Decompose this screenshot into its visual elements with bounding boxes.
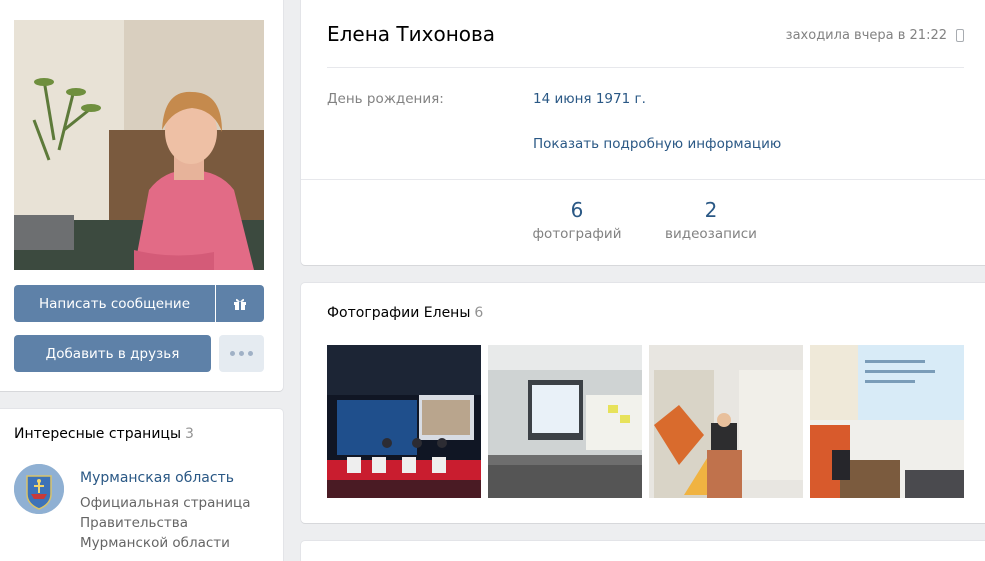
more-dots-icon (230, 351, 253, 356)
profile-name: Елена Тихонова (327, 22, 496, 46)
photo-thumbnail[interactable] (327, 345, 481, 498)
last-seen-status: заходила вчера в 21:22 (785, 28, 947, 43)
photos-count-label: фотографий (532, 226, 622, 242)
videos-counter[interactable]: 2 видеозаписи (656, 198, 766, 242)
photos-count: 6 (570, 198, 584, 222)
photo-thumbnail[interactable] (488, 345, 642, 498)
birthday-label: День рождения: (327, 91, 444, 107)
murmansk-region-avatar[interactable] (14, 464, 64, 514)
mobile-phone-icon (956, 29, 964, 42)
divider (327, 67, 964, 68)
interesting-page-name[interactable]: Мурманская область (80, 470, 234, 486)
add-friend-label: Добавить в друзья (45, 345, 180, 362)
interesting-pages-label: Интересные страницы (14, 426, 182, 442)
photos-block-count: 6 (474, 305, 484, 321)
videos-count-label: видеозаписи (665, 226, 757, 242)
interesting-pages-count: 3 (185, 426, 194, 442)
videos-count: 2 (704, 198, 718, 222)
photo-thumbnail[interactable] (649, 345, 803, 498)
profile-avatar[interactable] (14, 20, 264, 270)
photos-block-label: Фотографии Елены (327, 305, 471, 321)
show-more-info-link[interactable]: Показать подробную информацию (533, 136, 781, 152)
next-card (301, 541, 985, 561)
write-message-label: Написать сообщение (38, 295, 191, 312)
interesting-page-desc: Официальная страница Правительства Мурма… (80, 495, 251, 551)
interesting-pages-title[interactable]: Интересные страницы 3 (14, 426, 194, 442)
divider (301, 179, 985, 180)
birthday-value[interactable]: 14 июня 1971 г. (533, 91, 646, 107)
write-message-button[interactable]: Написать сообщение (14, 285, 215, 322)
gift-icon (234, 298, 246, 310)
photos-counter[interactable]: 6 фотографий (526, 198, 628, 242)
add-friend-button[interactable]: Добавить в друзья (14, 335, 211, 372)
send-gift-button[interactable] (216, 285, 264, 322)
photos-block-title[interactable]: Фотографии Елены 6 (327, 305, 483, 321)
more-actions-button[interactable] (219, 335, 264, 372)
photo-thumbnail[interactable] (810, 345, 964, 498)
